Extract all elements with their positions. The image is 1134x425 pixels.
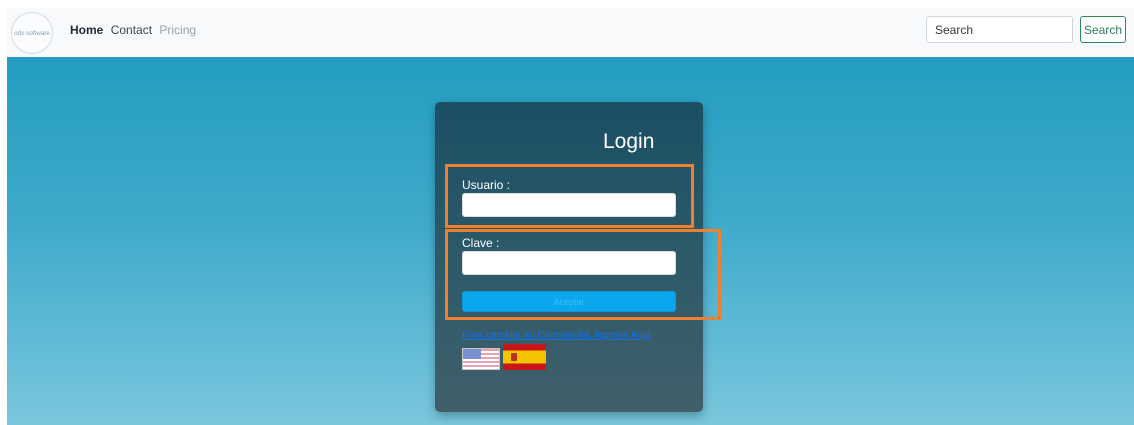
login-title: Login bbox=[603, 130, 655, 153]
us-flag-canton bbox=[463, 349, 481, 359]
password-input[interactable] bbox=[462, 251, 676, 275]
hero-background: Login Usuario : Clave : Aceptar Para cam… bbox=[7, 57, 1134, 425]
password-label: Clave : bbox=[462, 236, 500, 250]
top-navbar: ods software Home Contact Pricing Search bbox=[7, 8, 1134, 57]
search-input[interactable] bbox=[926, 16, 1073, 43]
nav-link-pricing[interactable]: Pricing bbox=[159, 23, 196, 37]
username-label: Usuario : bbox=[462, 178, 511, 192]
spain-flag-arms bbox=[511, 353, 517, 361]
spain-flag-icon[interactable] bbox=[503, 344, 546, 370]
login-card: Login Usuario : Clave : Aceptar Para cam… bbox=[435, 102, 703, 412]
brand-logo[interactable]: ods software bbox=[11, 12, 53, 54]
us-flag-icon[interactable] bbox=[462, 348, 500, 370]
search-button[interactable]: Search bbox=[1080, 16, 1126, 43]
nav-links: Home Contact Pricing bbox=[70, 23, 200, 37]
nav-link-contact[interactable]: Contact bbox=[111, 23, 152, 37]
change-password-link[interactable]: Para cambiar su Contraseña, Ingrese Aqui bbox=[462, 330, 650, 341]
username-input[interactable] bbox=[462, 193, 676, 217]
brand-logo-text: ods software bbox=[14, 29, 50, 37]
nav-link-home[interactable]: Home bbox=[70, 23, 103, 37]
submit-button[interactable]: Aceptar bbox=[462, 291, 676, 312]
